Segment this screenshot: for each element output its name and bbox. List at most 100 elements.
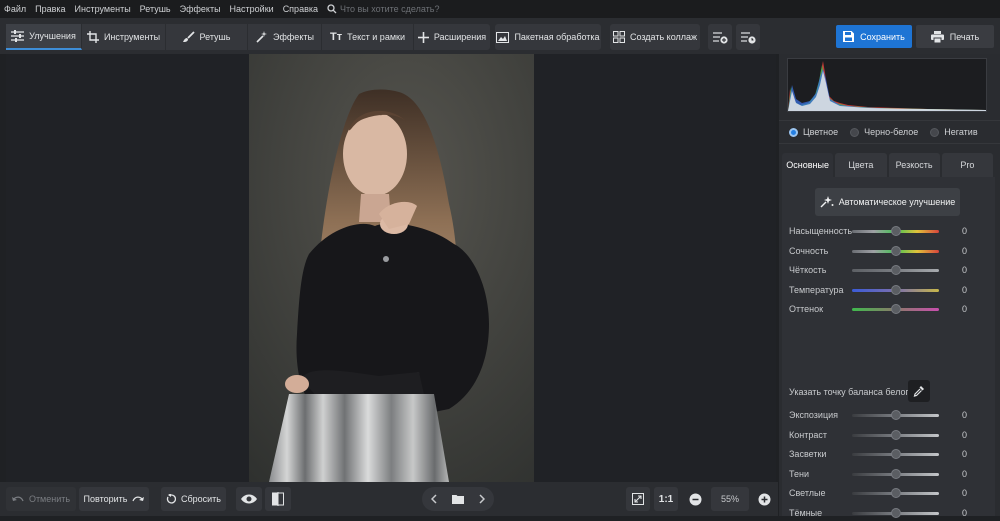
save-button[interactable]: Сохранить bbox=[836, 25, 912, 48]
menu-item-tools[interactable]: Инструменты bbox=[75, 4, 131, 14]
slider-handle[interactable] bbox=[890, 226, 901, 236]
slider-handle[interactable] bbox=[890, 284, 901, 295]
chevron-right-icon bbox=[479, 494, 485, 504]
tab-text-frames[interactable]: Tт Текст и рамки bbox=[322, 24, 414, 50]
menu-bar: Файл Правка Инструменты Ретушь Эффекты Н… bbox=[0, 0, 1000, 18]
sliders-add-icon bbox=[712, 31, 728, 44]
color-mode-color[interactable]: Цветное bbox=[789, 127, 838, 137]
zoom-level[interactable]: 55% bbox=[711, 487, 749, 511]
grid-icon bbox=[612, 31, 625, 43]
slider-label: Засветки bbox=[789, 449, 827, 459]
compare-button[interactable] bbox=[265, 487, 291, 511]
save-label: Сохранить bbox=[860, 31, 905, 42]
fit-screen-icon bbox=[632, 493, 644, 505]
slider-label: Оттенок bbox=[789, 304, 824, 314]
tab-effects[interactable]: Эффекты bbox=[248, 24, 322, 50]
slider-row: Тени 0 bbox=[782, 468, 995, 482]
chevron-left-icon bbox=[431, 494, 437, 504]
tab-pro[interactable]: Pro bbox=[941, 153, 993, 177]
tab-extensions[interactable]: Расширения bbox=[414, 24, 490, 50]
slider-row: Температура 0 bbox=[782, 284, 995, 298]
slider-value: 0 bbox=[962, 449, 968, 459]
slider-handle[interactable] bbox=[890, 488, 901, 498]
eyedropper-icon bbox=[913, 386, 924, 397]
undo-button[interactable]: Отменить bbox=[6, 487, 76, 511]
open-folder-button[interactable] bbox=[446, 494, 470, 504]
color-mode-bw[interactable]: Черно-белое bbox=[850, 127, 918, 137]
tab-label: Ретушь bbox=[199, 32, 231, 42]
auto-enhance-button[interactable]: Автоматическое улучшение bbox=[815, 188, 960, 216]
batch-label: Пакетная обработка bbox=[514, 32, 600, 42]
magic-wand-icon bbox=[256, 30, 268, 43]
menu-item-file[interactable]: Файл bbox=[4, 4, 26, 14]
white-balance-row: Указать точку баланса белого bbox=[782, 377, 995, 405]
slider-row: Тёмные 0 bbox=[782, 507, 995, 521]
slider-handle[interactable] bbox=[890, 507, 901, 518]
previous-image-button[interactable] bbox=[422, 494, 446, 504]
magic-stars-icon bbox=[820, 196, 834, 208]
search-icon bbox=[327, 4, 337, 14]
color-mode-label: Негатив bbox=[944, 127, 978, 137]
slider-row: Насыщенность 0 bbox=[782, 225, 995, 239]
menu-item-edit[interactable]: Правка bbox=[35, 4, 65, 14]
radio-icon bbox=[850, 127, 860, 137]
slider-handle[interactable] bbox=[890, 304, 901, 314]
history-settings-button[interactable] bbox=[736, 24, 760, 50]
navigation-group bbox=[422, 487, 494, 511]
redo-button[interactable]: Повторить bbox=[79, 487, 149, 511]
batch-processing-button[interactable]: Пакетная обработка bbox=[495, 24, 601, 50]
redo-label: Повторить bbox=[83, 494, 128, 504]
eyedropper-button[interactable] bbox=[908, 380, 930, 402]
menu-item-settings[interactable]: Настройки bbox=[230, 4, 274, 14]
print-button[interactable]: Печать bbox=[916, 25, 994, 48]
tab-label: Текст и рамки bbox=[347, 32, 405, 42]
slider-handle[interactable] bbox=[890, 468, 901, 479]
floppy-disk-icon bbox=[843, 31, 855, 42]
slider-value: 0 bbox=[962, 226, 968, 236]
eye-icon bbox=[241, 494, 257, 504]
tab-enhancements[interactable]: Улучшения bbox=[6, 24, 82, 50]
slider-value: 0 bbox=[962, 245, 968, 256]
zoom-out-button[interactable] bbox=[683, 487, 707, 511]
auto-enhance-label: Автоматическое улучшение bbox=[838, 197, 956, 207]
preview-toggle-button[interactable] bbox=[236, 487, 262, 511]
tab-sharpness[interactable]: Резкость bbox=[888, 153, 940, 177]
menu-item-help[interactable]: Справка bbox=[283, 4, 318, 14]
plus-icon bbox=[417, 31, 429, 43]
tab-tools[interactable]: Инструменты bbox=[82, 24, 166, 50]
compare-settings-button[interactable] bbox=[708, 24, 732, 50]
reset-button[interactable]: Сбросить bbox=[161, 487, 226, 511]
menu-item-effects[interactable]: Эффекты bbox=[180, 4, 221, 14]
slider-value: 0 bbox=[962, 468, 968, 479]
fit-to-screen-button[interactable] bbox=[626, 487, 650, 511]
white-balance-label: Указать точку баланса белого bbox=[789, 387, 914, 397]
slider-handle[interactable] bbox=[890, 449, 901, 459]
slider-handle[interactable] bbox=[890, 245, 901, 256]
create-collage-button[interactable]: Создать коллаж bbox=[610, 24, 700, 50]
tab-basic[interactable]: Основные bbox=[782, 153, 834, 177]
tab-retouch[interactable]: Ретушь bbox=[166, 24, 248, 50]
search-input[interactable] bbox=[340, 4, 460, 14]
actual-size-button[interactable]: 1:1 bbox=[654, 487, 678, 511]
image-stack-icon bbox=[496, 31, 510, 43]
next-image-button[interactable] bbox=[470, 494, 494, 504]
photo-canvas[interactable] bbox=[249, 54, 534, 482]
slider-row: Светлые 0 bbox=[782, 487, 995, 501]
reset-icon bbox=[166, 494, 176, 504]
tab-colors[interactable]: Цвета bbox=[835, 153, 887, 177]
slider-handle[interactable] bbox=[890, 429, 901, 440]
slider-label: Чёткость bbox=[789, 265, 827, 275]
color-mode-negative[interactable]: Негатив bbox=[930, 127, 978, 137]
zoom-in-button[interactable] bbox=[752, 487, 776, 511]
basic-adjustments: Автоматическое улучшение Насыщенность 0 Со… bbox=[782, 177, 995, 518]
tool-tabs: Улучшения Инструменты Ретушь Эффекты Tт … bbox=[6, 24, 490, 50]
image-workspace[interactable] bbox=[6, 54, 776, 482]
sliders-icon bbox=[11, 30, 25, 42]
slider-handle[interactable] bbox=[890, 265, 901, 275]
slider-value: 0 bbox=[962, 265, 968, 275]
slider-handle[interactable] bbox=[890, 410, 901, 420]
histogram bbox=[787, 58, 987, 112]
slider-value: 0 bbox=[962, 304, 968, 314]
menu-item-retouch[interactable]: Ретушь bbox=[140, 4, 171, 14]
color-mode-group: Цветное Черно-белое Негатив bbox=[779, 120, 1000, 144]
